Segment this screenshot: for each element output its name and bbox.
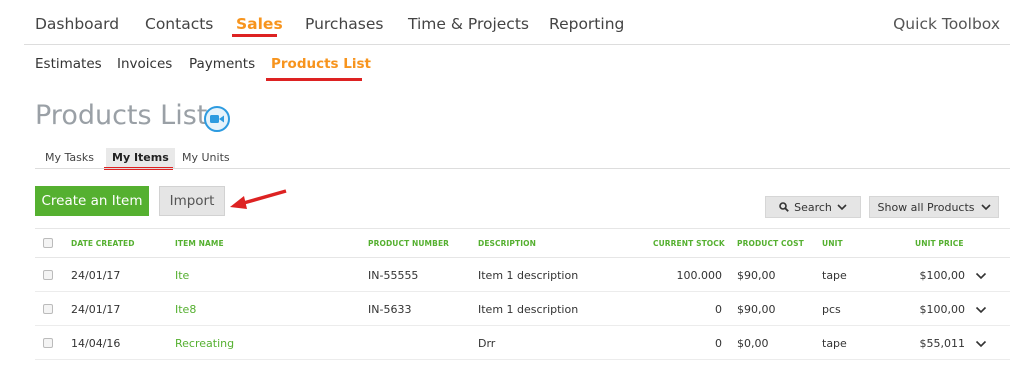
nav-item-reporting[interactable]: Reporting (549, 15, 624, 33)
table-header: DATE CREATED ITEM NAME PRODUCT NUMBER DE… (35, 228, 1010, 258)
row-expand-chevron-icon[interactable] (975, 338, 987, 350)
table-row[interactable]: 14/04/16 Recreating Drr 0 $0,00 tape $55… (35, 326, 1010, 360)
search-button-label: Search (794, 200, 832, 214)
tab-my-items[interactable]: My Items (106, 148, 175, 168)
row-expand-chevron-icon[interactable] (975, 304, 987, 316)
page-title: Products List (35, 100, 208, 131)
header-product-cost[interactable]: PRODUCT COST (737, 239, 804, 248)
filter-dropdown-label: Show all Products (877, 200, 975, 214)
search-button[interactable]: Search (765, 196, 861, 218)
subnav-item-payments[interactable]: Payments (189, 56, 255, 72)
subnav-item-invoices[interactable]: Invoices (117, 56, 172, 72)
cell-item-name-link[interactable]: Recreating (175, 337, 234, 350)
show-all-products-dropdown[interactable]: Show all Products (869, 196, 999, 218)
cell-item-name-link[interactable]: Ite (175, 269, 189, 282)
nav-item-sales[interactable]: Sales (236, 15, 283, 33)
chevron-down-icon (837, 203, 847, 210)
cell-unit: tape (822, 337, 847, 350)
nav-item-contacts[interactable]: Contacts (145, 15, 213, 33)
cell-unit-price: $55,011 (919, 337, 966, 350)
nav-item-dashboard[interactable]: Dashboard (35, 15, 119, 33)
cell-unit: tape (822, 269, 847, 282)
cell-date-created: 14/04/16 (71, 337, 121, 350)
video-camera-icon[interactable] (204, 106, 230, 132)
annotation-underline-products-list (266, 78, 362, 81)
annotation-arrow-icon (230, 189, 287, 209)
cell-unit: pcs (822, 303, 841, 316)
cell-item-name-link[interactable]: Ite8 (175, 303, 196, 316)
header-product-number[interactable]: PRODUCT NUMBER (368, 239, 449, 248)
cell-date-created: 24/01/17 (71, 269, 121, 282)
subnav-item-estimates[interactable]: Estimates (35, 56, 102, 72)
search-icon (779, 202, 789, 212)
subnav-item-products-list[interactable]: Products List (271, 56, 371, 72)
header-unit-price[interactable]: UNIT PRICE (915, 239, 964, 248)
topnav-divider (24, 44, 1010, 45)
header-current-stock[interactable]: CURRENT STOCK (653, 239, 725, 248)
cell-description: Item 1 description (478, 269, 579, 282)
table-row[interactable]: 24/01/17 Ite IN-55555 Item 1 description… (35, 258, 1010, 292)
row-checkbox[interactable] (43, 338, 53, 348)
cell-product-number: IN-5633 (368, 303, 412, 316)
row-expand-chevron-icon[interactable] (975, 270, 987, 282)
cell-current-stock: 0 (715, 303, 722, 316)
cell-date-created: 24/01/17 (71, 303, 121, 316)
cell-product-cost: $90,00 (737, 303, 776, 316)
header-item-name[interactable]: ITEM NAME (175, 239, 224, 248)
import-button[interactable]: Import (159, 186, 225, 216)
cell-description: Item 1 description (478, 303, 579, 316)
cell-product-cost: $0,00 (737, 337, 769, 350)
tab-my-tasks[interactable]: My Tasks (39, 148, 100, 168)
cell-unit-price: $100,00 (919, 269, 966, 282)
cell-unit-price: $100,00 (919, 303, 966, 316)
nav-item-purchases[interactable]: Purchases (305, 15, 383, 33)
cell-product-cost: $90,00 (737, 269, 776, 282)
create-item-button[interactable]: Create an Item (35, 186, 149, 216)
nav-item-time-projects[interactable]: Time & Projects (408, 15, 529, 33)
header-unit[interactable]: UNIT (822, 239, 843, 248)
top-navigation: Dashboard Contacts Sales Purchases Time … (0, 0, 1024, 46)
cell-current-stock: 0 (715, 337, 722, 350)
cell-current-stock: 100.000 (676, 269, 723, 282)
cell-product-number: IN-55555 (368, 269, 419, 282)
cell-description: Drr (478, 337, 496, 350)
annotation-underline-sales (232, 34, 277, 37)
select-all-checkbox[interactable] (43, 238, 53, 248)
quick-toolbox-link[interactable]: Quick Toolbox (893, 15, 1000, 33)
chevron-down-icon (980, 203, 991, 210)
table-row[interactable]: 24/01/17 Ite8 IN-5633 Item 1 description… (35, 292, 1010, 326)
row-checkbox[interactable] (43, 270, 53, 280)
tabs-divider (35, 168, 1010, 169)
header-description[interactable]: DESCRIPTION (478, 239, 536, 248)
row-checkbox[interactable] (43, 304, 53, 314)
header-date-created[interactable]: DATE CREATED (71, 239, 135, 248)
tab-my-units[interactable]: My Units (176, 148, 236, 168)
